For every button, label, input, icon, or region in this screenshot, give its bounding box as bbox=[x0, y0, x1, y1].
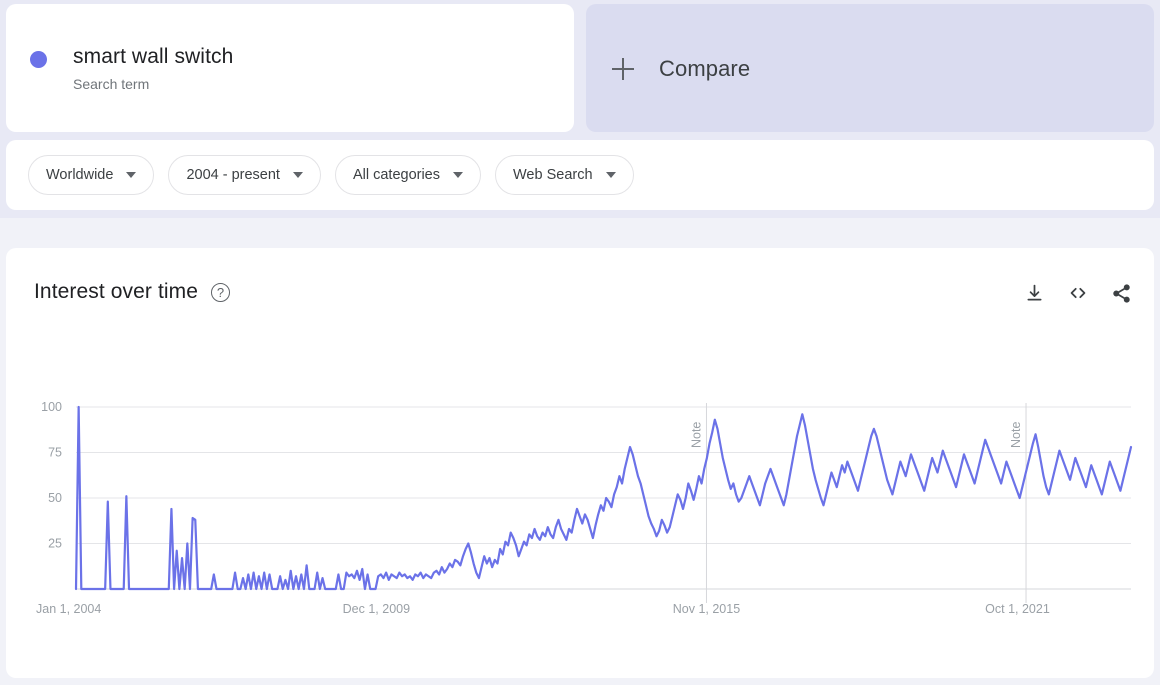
chevron-down-icon bbox=[293, 172, 303, 178]
search-term-texts: smart wall switch Search term bbox=[73, 44, 233, 93]
chart-header: Interest over time ? bbox=[34, 280, 1132, 316]
category-filter[interactable]: All categories bbox=[335, 155, 481, 195]
y-axis-tick-label: 50 bbox=[48, 491, 62, 505]
share-button[interactable] bbox=[1111, 283, 1132, 304]
trends-line-chart[interactable]: 25 50 75 100 Note Note Jan 1, 2004 Dec 1, 2009 N… bbox=[6, 328, 1154, 668]
series-color-dot-icon bbox=[30, 51, 47, 68]
time-range-filter[interactable]: 2004 - present bbox=[168, 155, 321, 195]
location-filter[interactable]: Worldwide bbox=[28, 155, 154, 195]
help-circle-icon[interactable]: ? bbox=[211, 283, 230, 302]
chart-plot-area: 25 50 75 100 Note Note Jan 1, 2004 Dec 1, 2009 N… bbox=[6, 328, 1154, 668]
compare-button[interactable]: Compare bbox=[586, 4, 1154, 132]
google-trends-page: smart wall switch Search term Compare Wo… bbox=[0, 0, 1160, 685]
plus-icon bbox=[612, 58, 634, 80]
filter-bar: Worldwide 2004 - present All categories … bbox=[6, 140, 1154, 210]
y-axis-tick-label: 100 bbox=[41, 400, 62, 414]
chart-title-wrap: Interest over time ? bbox=[34, 280, 1132, 304]
interest-over-time-card: Interest over time ? bbox=[6, 248, 1154, 678]
search-term-type-label: Search term bbox=[73, 75, 233, 93]
page-title: Interest over time bbox=[34, 280, 198, 304]
download-button[interactable] bbox=[1024, 283, 1045, 304]
search-type-filter-label: Web Search bbox=[513, 167, 593, 183]
x-axis-tick-label: Dec 1, 2009 bbox=[343, 602, 410, 616]
location-filter-label: Worldwide bbox=[46, 167, 113, 183]
compare-inner: Compare bbox=[612, 56, 750, 82]
x-axis-tick-label: Oct 1, 2021 bbox=[985, 602, 1050, 616]
y-axis-tick-label: 75 bbox=[48, 446, 62, 460]
category-filter-label: All categories bbox=[353, 167, 440, 183]
chart-actions bbox=[1002, 282, 1132, 304]
chevron-down-icon bbox=[126, 172, 136, 178]
x-axis-tick-label: Nov 1, 2015 bbox=[673, 602, 740, 616]
compare-label: Compare bbox=[659, 56, 750, 82]
note-annotation-label: Note bbox=[689, 422, 703, 448]
x-axis-tick-label: Jan 1, 2004 bbox=[36, 602, 101, 616]
chevron-down-icon bbox=[453, 172, 463, 178]
y-axis-tick-label: 25 bbox=[48, 537, 62, 551]
note-annotation-label: Note bbox=[1009, 422, 1023, 448]
search-term-label: smart wall switch bbox=[73, 44, 233, 70]
time-range-filter-label: 2004 - present bbox=[186, 167, 280, 183]
chevron-down-icon bbox=[606, 172, 616, 178]
embed-button[interactable] bbox=[1067, 282, 1089, 304]
search-type-filter[interactable]: Web Search bbox=[495, 155, 634, 195]
search-term-card[interactable]: smart wall switch Search term bbox=[6, 4, 574, 132]
search-term-row: smart wall switch Search term bbox=[30, 44, 233, 93]
filter-chip-list: Worldwide 2004 - present All categories … bbox=[28, 155, 648, 195]
